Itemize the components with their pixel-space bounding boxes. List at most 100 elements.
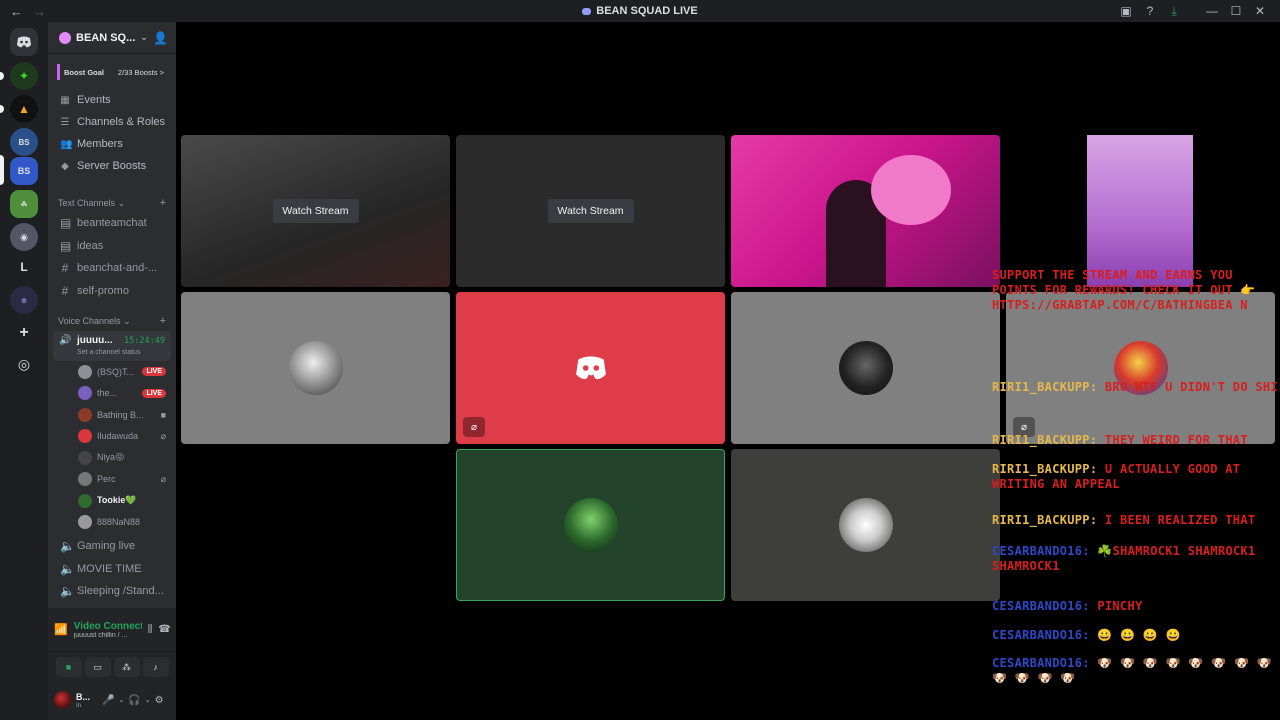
speaking-participant-tile[interactable] [456,449,725,601]
participant-tile[interactable]: ⌀ [1006,292,1275,444]
active-voice-channel[interactable]: 🔊 juuuu... 15:24:49 Set a channel status [53,331,171,361]
add-channel-icon[interactable]: + [160,197,166,209]
chat-username: RIRI1_BACKUPP: [992,433,1098,447]
avatar[interactable] [78,386,92,401]
voice-connected-subtitle[interactable]: juuuust chillin / ... [74,632,142,639]
flame-server-icon[interactable]: ▲ [10,95,38,123]
voice-user-name: the... [97,388,118,399]
add-voice-channel-icon[interactable]: + [160,315,166,327]
voice-user[interactable]: 888NaN88 [48,512,176,534]
channel-label: beanchat-and-... [77,262,158,275]
screen-share-button[interactable]: ▭ [84,657,111,677]
chat-username: RIRI1_BACKUPP: [992,380,1098,394]
live-badge[interactable]: LIVE [142,388,166,398]
nav-members[interactable]: 👥 Members [48,133,176,155]
participant-tile[interactable] [731,292,1000,444]
orb-server-icon[interactable]: ● [10,286,38,314]
signal-icon[interactable]: 📶 [54,623,68,636]
avatar[interactable] [78,472,92,487]
invite-people-icon[interactable]: 👤 [153,31,168,45]
channel-status[interactable]: Set a channel status [77,349,140,356]
channel-self-promo[interactable]: # self-promo [48,280,176,303]
channel-beanteamchat[interactable]: ▤ beanteamchat [48,212,176,235]
avatar[interactable] [78,407,92,422]
nav-channels-roles[interactable]: ☰ Channels & Roles [48,111,176,133]
current-user[interactable]: B... In 🎤 ⌄ 🎧 ⌄ ⚙ [48,682,176,718]
disconnect-icon[interactable]: ☎ [158,624,170,635]
channel-label: MOVIE TIME [77,562,142,575]
avatar[interactable] [54,691,72,709]
forward-arrow-icon[interactable]: → [33,4,46,19]
nav-events[interactable]: ▦ Events [48,89,176,111]
camera-icon: ■ [160,409,166,420]
discord-mini-icon [582,7,592,15]
voice-channel-sleeping[interactable]: 🔈 Sleeping /Stand... [48,580,176,603]
bean-squad-server-icon[interactable]: BS [10,128,38,156]
green-server-icon[interactable]: ☘ [10,190,38,218]
voice-user[interactable]: Niya😝 [48,447,176,469]
chevron-down-icon[interactable]: ⌄ [145,696,151,704]
live-badge[interactable]: LIVE [142,367,166,377]
camera-button[interactable]: ■ [55,657,82,677]
maximize-button[interactable]: ☐ [1224,0,1248,22]
chevron-down-icon[interactable]: ⌄ [118,696,124,704]
server-rail: ✦ ▲ BS BS ☘ ◉ L ● + ◎ [0,22,48,720]
boost-count: 2/33 Boosts [117,67,158,77]
headphones-icon[interactable]: 🎧 [128,695,140,706]
avatar[interactable] [78,493,92,508]
voice-user[interactable]: Bathing B... ■ [48,404,176,426]
letter-server-icon[interactable]: L [10,253,38,281]
participant-tile[interactable] [181,292,450,444]
voice-user[interactable]: Perc ⌀ [48,469,176,491]
mic-icon[interactable]: 🎤 [102,695,114,706]
download-icon[interactable]: ⤓ [1162,0,1186,22]
text-channels-category[interactable]: Text Channels ⌄ + [48,194,176,212]
chat-text: PINCHY [1097,599,1143,613]
profile-server-icon[interactable]: ◉ [10,223,38,251]
activities-button[interactable]: ⁂ [113,657,140,677]
help-icon[interactable]: ? [1138,0,1162,22]
portrait-camera-tile[interactable] [1087,135,1193,287]
chat-text: THEY WEIRD FOR THAT [1104,433,1248,447]
inbox-icon[interactable]: ▣ [1114,0,1138,22]
avatar[interactable] [78,515,92,530]
avatar[interactable] [78,450,92,465]
voice-user[interactable]: Tookie💚 [48,490,176,512]
voice-user[interactable]: the... LIVE [48,383,176,405]
nav-server-boosts[interactable]: ◆ Server Boosts [48,155,176,177]
channel-ideas[interactable]: ▤ ideas [48,235,176,258]
voice-channels-category[interactable]: Voice Channels ⌄ + [48,312,176,330]
boost-goal-bar[interactable]: Boost Goal 2/33 Boosts > [57,64,168,80]
mic-off-icon: ⌀ [463,417,485,437]
voice-user[interactable]: Iludawuda ⌀ [48,426,176,448]
chat-message: RIRI1_BACKUPP: I BEEN REALIZED THAT [992,513,1280,528]
voice-user[interactable]: (BSQ)T... LIVE [48,361,176,383]
bsq-server-icon[interactable]: BS [10,157,38,185]
server-header[interactable]: BEAN SQ... ⌄ 👤 [48,22,176,54]
watch-stream-button[interactable]: Watch Stream [272,199,359,223]
add-server-icon[interactable]: + [10,319,38,347]
minimize-button[interactable]: — [1200,0,1224,22]
discord-home-icon[interactable] [10,28,38,56]
chat-text: BRO WTF U DIDN'T DO SHI [1104,380,1278,394]
watch-stream-button[interactable]: Watch Stream [547,199,634,223]
voice-channel-gaming-live[interactable]: 🔈 Gaming live [48,535,176,558]
noise-suppression-icon[interactable]: ⫼ [148,624,153,635]
chevron-down-icon[interactable]: ⌄ [140,32,148,43]
avatar[interactable] [78,429,92,444]
stream-tile-1[interactable]: Watch Stream [181,135,450,287]
channel-beanchat[interactable]: # beanchat-and-... [48,257,176,280]
close-button[interactable]: ✕ [1248,0,1272,22]
explore-icon[interactable]: ◎ [10,350,38,378]
participant-tile[interactable]: ⌀ [456,292,725,444]
stream-tile-2[interactable]: Watch Stream [456,135,725,287]
avatar[interactable] [78,364,92,379]
razer-server-icon[interactable]: ✦ [10,62,38,90]
settings-gear-icon[interactable]: ⚙ [155,695,164,706]
camera-tile[interactable] [731,135,1000,287]
soundboard-button[interactable]: ♪ [142,657,169,677]
chat-message: CESARBANDO16: ☘️SHAMROCK1 SHAMROCK1 SHAM… [992,544,1280,574]
back-arrow-icon[interactable]: ← [10,4,23,19]
participant-tile[interactable] [731,449,1000,601]
voice-channel-movie-time[interactable]: 🔈 MOVIE TIME [48,558,176,581]
